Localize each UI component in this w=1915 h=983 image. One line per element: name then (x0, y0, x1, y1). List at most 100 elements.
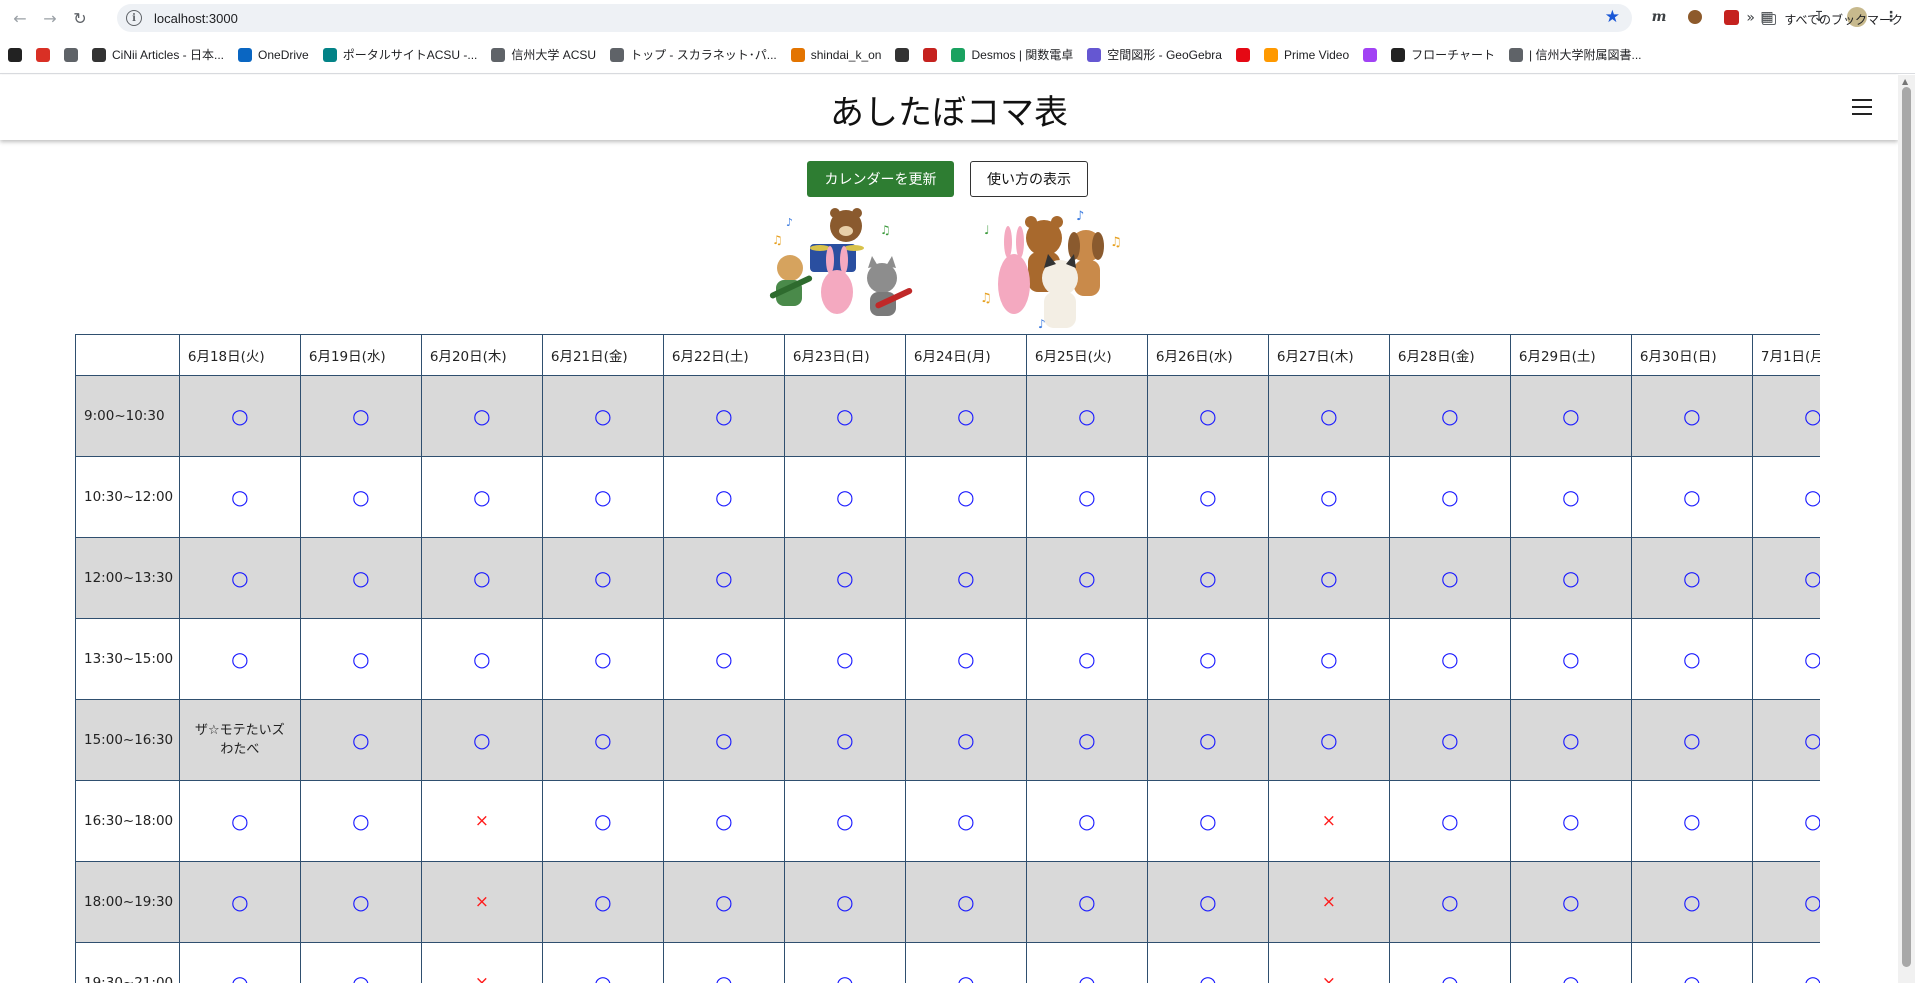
slot-cell[interactable]: ○ (783, 537, 906, 619)
slot-cell[interactable]: ○ (420, 618, 543, 700)
cookie-extension-icon[interactable] (1684, 6, 1706, 28)
slot-cell[interactable]: ○ (1509, 861, 1632, 943)
slot-cell[interactable]: ○ (662, 699, 785, 781)
site-info-icon[interactable]: i (126, 10, 142, 26)
slot-cell[interactable]: ○ (1267, 618, 1390, 700)
slot-cell[interactable]: ○ (1025, 699, 1148, 781)
show-instructions-button[interactable]: 使い方の表示 (970, 161, 1088, 197)
slot-cell[interactable]: ○ (662, 780, 785, 862)
slot-cell[interactable]: ○ (541, 699, 664, 781)
slot-cell[interactable]: ○ (662, 618, 785, 700)
slot-cell[interactable]: ○ (420, 537, 543, 619)
slot-cell[interactable]: ○ (1025, 375, 1148, 457)
slot-cell[interactable]: ○ (1388, 942, 1511, 983)
slot-cell[interactable]: ○ (420, 699, 543, 781)
slot-cell[interactable]: ○ (541, 456, 664, 538)
slot-cell[interactable]: ○ (1509, 699, 1632, 781)
bookmark-item[interactable]: トップ - スカラネット･パ... (610, 46, 777, 63)
slot-cell[interactable]: ○ (1146, 456, 1269, 538)
slot-cell[interactable]: ○ (299, 942, 422, 983)
slot-cell[interactable]: ○ (1267, 537, 1390, 619)
slot-cell[interactable]: ○ (1630, 456, 1753, 538)
bookmark-item[interactable]: Prime Video (1263, 47, 1349, 62)
slot-cell[interactable]: ○ (1751, 861, 1820, 943)
slot-cell[interactable]: ○ (1751, 942, 1820, 983)
slot-cell[interactable]: ○ (1025, 780, 1148, 862)
address-bar[interactable]: i localhost:3000 ★ (117, 4, 1632, 32)
slot-cell[interactable]: ○ (1146, 699, 1269, 781)
slot-cell[interactable]: ○ (1146, 537, 1269, 619)
slot-cell[interactable]: ○ (1630, 537, 1753, 619)
slot-cell[interactable]: ○ (1630, 780, 1753, 862)
reload-icon[interactable]: ↻ (66, 4, 94, 32)
slot-cell[interactable]: ○ (662, 861, 785, 943)
slot-cell[interactable]: ○ (1630, 375, 1753, 457)
slot-cell[interactable]: ○ (904, 537, 1027, 619)
bookmark-item[interactable] (8, 47, 28, 62)
bookmark-item[interactable]: CiNii Articles - 日本... (92, 46, 224, 63)
slot-cell[interactable]: ○ (1509, 942, 1632, 983)
slot-cell[interactable]: ○ (783, 699, 906, 781)
slot-cell[interactable]: ○ (904, 375, 1027, 457)
slot-cell[interactable]: ○ (783, 456, 906, 538)
slot-cell[interactable]: ○ (299, 456, 422, 538)
slot-cell[interactable]: ○ (541, 618, 664, 700)
red-extension-icon[interactable] (1720, 6, 1742, 28)
slot-cell[interactable]: ○ (420, 456, 543, 538)
slot-cell[interactable]: ○ (1388, 618, 1511, 700)
forward-arrow-icon[interactable]: → (36, 4, 64, 32)
bookmark-item[interactable] (1363, 47, 1383, 62)
slot-cell[interactable]: × (420, 861, 543, 943)
slot-cell[interactable]: ○ (1509, 780, 1632, 862)
slot-cell[interactable]: × (1267, 861, 1390, 943)
hamburger-menu-icon[interactable] (1852, 99, 1872, 115)
slot-cell[interactable]: ○ (178, 861, 301, 943)
slot-cell[interactable]: ザ☆モテたいズ わたべ (178, 699, 301, 781)
slot-cell[interactable]: ○ (299, 861, 422, 943)
slot-cell[interactable]: ○ (904, 780, 1027, 862)
slot-cell[interactable]: ○ (1025, 861, 1148, 943)
bookmark-item[interactable] (895, 47, 915, 62)
slot-cell[interactable]: ○ (1267, 456, 1390, 538)
page-scrollbar[interactable]: ▲ (1898, 75, 1915, 983)
slot-cell[interactable]: ○ (1146, 375, 1269, 457)
slot-cell[interactable]: ○ (299, 537, 422, 619)
slot-cell[interactable]: ○ (904, 456, 1027, 538)
slot-cell[interactable]: ○ (783, 780, 906, 862)
slot-cell[interactable]: ○ (1630, 942, 1753, 983)
bookmark-item[interactable]: 空間図形 - GeoGebra (1087, 46, 1222, 63)
slot-cell[interactable]: ○ (541, 375, 664, 457)
slot-cell[interactable]: ○ (1388, 780, 1511, 862)
slot-cell[interactable]: ○ (541, 780, 664, 862)
slot-cell[interactable]: × (1267, 780, 1390, 862)
slot-cell[interactable]: ○ (178, 780, 301, 862)
slot-cell[interactable]: ○ (178, 618, 301, 700)
slot-cell[interactable]: ○ (1388, 861, 1511, 943)
slot-cell[interactable]: ○ (1630, 861, 1753, 943)
slot-cell[interactable]: ○ (783, 942, 906, 983)
bookmark-item[interactable] (64, 47, 84, 62)
schedule-table-container[interactable]: 6月18日(火) 6月19日(水) 6月20日(木) 6月21日(金) 6月22日(土)… (75, 334, 1820, 983)
update-calendar-button[interactable]: カレンダーを更新 (807, 161, 954, 197)
slot-cell[interactable]: ○ (1025, 456, 1148, 538)
bookmark-item[interactable]: ポータルサイトACSU -... (322, 46, 477, 63)
bookmark-item[interactable]: フローチャート (1391, 46, 1495, 63)
bookmark-item[interactable]: Desmos | 関数電卓 (951, 46, 1073, 63)
slot-cell[interactable]: ○ (299, 699, 422, 781)
bookmark-item[interactable] (1235, 47, 1256, 62)
scroll-up-icon[interactable]: ▲ (1902, 77, 1908, 86)
slot-cell[interactable]: ○ (1509, 537, 1632, 619)
slot-cell[interactable]: ○ (1509, 618, 1632, 700)
slot-cell[interactable]: ○ (1146, 780, 1269, 862)
slot-cell[interactable]: ○ (1630, 618, 1753, 700)
slot-cell[interactable]: ○ (662, 537, 785, 619)
slot-cell[interactable]: ○ (1388, 537, 1511, 619)
slot-cell[interactable]: ○ (178, 375, 301, 457)
slot-cell[interactable]: ○ (1751, 456, 1820, 538)
slot-cell[interactable]: ○ (420, 375, 543, 457)
slot-cell[interactable]: × (420, 780, 543, 862)
slot-cell[interactable]: ○ (178, 537, 301, 619)
slot-cell[interactable]: ○ (904, 618, 1027, 700)
slot-cell[interactable]: ○ (1025, 618, 1148, 700)
slot-cell[interactable]: × (420, 942, 543, 983)
